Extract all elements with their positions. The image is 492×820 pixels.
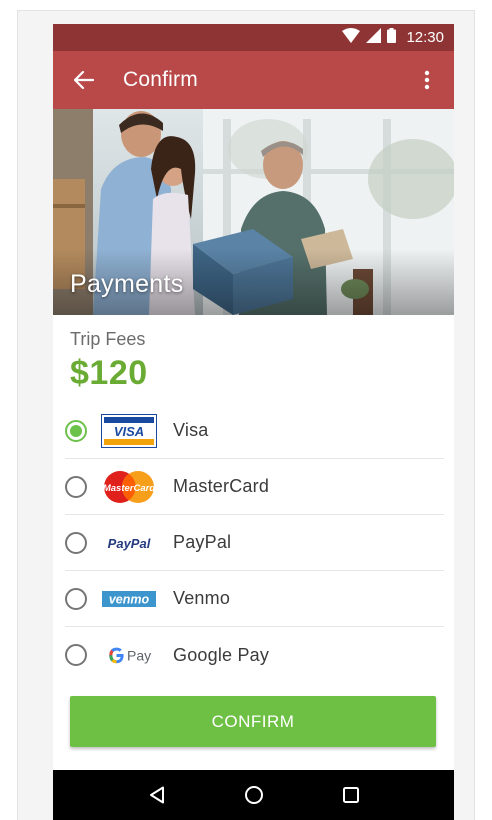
- home-circle-icon: [244, 786, 263, 804]
- confirm-button[interactable]: CONFIRM: [70, 696, 436, 747]
- back-button[interactable]: [71, 67, 97, 93]
- payment-option-visa[interactable]: VISA Visa: [65, 403, 444, 459]
- venmo-logo-icon: venmo: [100, 582, 158, 616]
- more-vert-icon: [424, 70, 430, 90]
- trip-fees-amount: $120: [70, 354, 148, 392]
- app-bar: Confirm: [53, 51, 454, 109]
- mastercard-logo-text: MasterCard: [103, 483, 155, 494]
- radio-selected-dot: [70, 424, 82, 437]
- nav-recents-button[interactable]: [331, 775, 371, 815]
- mastercard-logo-icon: MasterCard: [100, 470, 158, 504]
- venmo-logo-text: venmo: [109, 592, 150, 606]
- radio-button-google-pay[interactable]: [65, 644, 87, 666]
- arrow-left-icon: [74, 71, 94, 89]
- visa-logo-text: VISA: [114, 424, 144, 439]
- payment-option-google-pay[interactable]: Pay Google Pay: [65, 627, 444, 683]
- nav-back-button[interactable]: [137, 775, 177, 815]
- trip-fees-label: Trip Fees: [70, 329, 146, 349]
- payment-option-venmo[interactable]: venmo Venmo: [65, 571, 444, 627]
- recents-square-icon: [342, 787, 359, 803]
- payment-label-venmo: Venmo: [173, 588, 231, 608]
- paypal-logo-icon: PayPal: [100, 526, 158, 560]
- overflow-menu-button[interactable]: [422, 67, 432, 93]
- page-title: Confirm: [123, 68, 198, 91]
- payment-method-list: VISA Visa MasterCard MasterCard PayPal P…: [53, 403, 454, 683]
- payment-label-google-pay: Google Pay: [173, 644, 270, 665]
- battery-icon: [387, 27, 397, 48]
- payment-label-paypal: PayPal: [173, 532, 232, 552]
- status-time: 12:30: [406, 29, 444, 46]
- wifi-icon: [342, 27, 361, 48]
- radio-button-mastercard[interactable]: [65, 475, 87, 498]
- system-nav-bar: [53, 770, 454, 820]
- signal-icon: [366, 27, 382, 48]
- phone-screen: 12:30 Confirm Payments Trip Fees $120 VI…: [53, 24, 454, 820]
- back-triangle-icon: [149, 786, 164, 804]
- radio-button-visa[interactable]: [65, 419, 87, 442]
- trip-fees-section: Trip Fees $120: [53, 315, 454, 393]
- paypal-logo-text: PayPal: [108, 536, 151, 551]
- hero-title: Payments: [70, 270, 184, 298]
- google-pay-logo-text: Pay: [127, 648, 151, 664]
- status-bar: 12:30: [53, 24, 454, 51]
- nav-home-button[interactable]: [234, 775, 274, 815]
- hero-banner: Payments: [53, 109, 454, 315]
- visa-logo-icon: VISA: [100, 413, 158, 448]
- payment-label-mastercard: MasterCard: [173, 476, 270, 496]
- radio-button-paypal[interactable]: [65, 531, 87, 554]
- payment-option-mastercard[interactable]: MasterCard MasterCard: [65, 459, 444, 515]
- payment-label-visa: Visa: [173, 420, 209, 440]
- google-pay-logo-icon: Pay: [100, 638, 158, 672]
- payment-option-paypal[interactable]: PayPal PayPal: [65, 515, 444, 571]
- radio-button-venmo[interactable]: [65, 587, 87, 610]
